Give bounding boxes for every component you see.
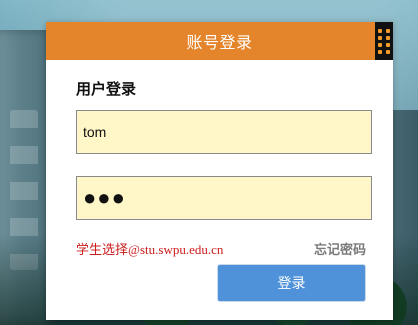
login-button-label: 登录 (277, 275, 306, 291)
grip-dot (386, 49, 390, 54)
grid-dots-icon[interactable] (375, 22, 393, 60)
grip-dot (386, 28, 390, 33)
dialog-title: 账号登录 (186, 35, 253, 52)
login-dialog: 账号登录 用户登录 tom ●●● 学生选择@stu.swpu.edu.cn 忘… (46, 22, 393, 320)
username-value: tom (83, 124, 107, 140)
password-masked-value: ●●● (83, 185, 126, 210)
dialog-header: 账号登录 (46, 22, 393, 60)
grip-dot (378, 42, 382, 47)
grip-dot (386, 42, 390, 47)
grip-dot (378, 28, 382, 33)
grip-dot (378, 49, 382, 54)
forgot-password-link[interactable]: 忘记密码 (314, 239, 366, 258)
grip-dot (386, 35, 390, 40)
grip-dot (378, 35, 382, 40)
login-button[interactable]: 登录 (217, 264, 366, 302)
password-input[interactable]: ●●● (76, 176, 372, 220)
login-form: 用户登录 tom ●●● 学生选择@stu.swpu.edu.cn 忘记密码 登… (76, 78, 372, 302)
student-email-hint: 学生选择@stu.swpu.edu.cn (76, 242, 224, 257)
section-title: 用户登录 (76, 81, 137, 98)
username-input[interactable]: tom (76, 110, 372, 154)
